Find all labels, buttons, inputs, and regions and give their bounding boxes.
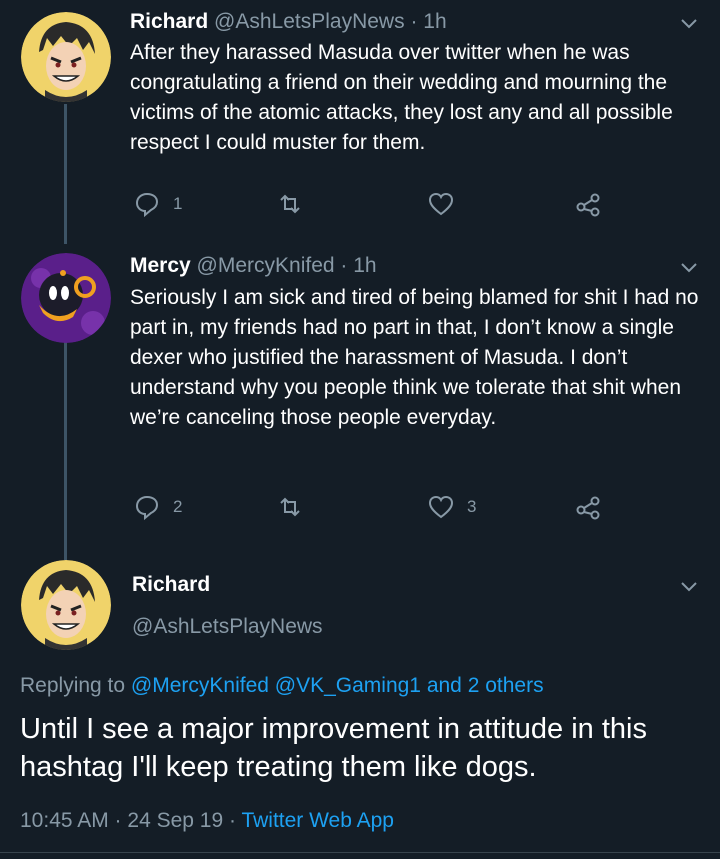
source-app-link[interactable]: Twitter Web App: [241, 809, 394, 832]
tweet-text: Until I see a major improvement in attit…: [20, 713, 647, 783]
replying-prefix: Replying to: [20, 674, 126, 697]
focused-tweet: Richard @AshLetsPlayNews Replying to @Me…: [0, 0, 720, 859]
chevron-down-icon[interactable]: [678, 575, 700, 597]
reply-mentions-link[interactable]: @MercyKnifed @VK_Gaming1 and 2 others: [131, 674, 544, 697]
replying-to: Replying to @MercyKnifed @VK_Gaming1 and…: [20, 674, 544, 698]
tweet-meta: 10:45 AM · 24 Sep 19 · Twitter Web App: [20, 809, 394, 833]
user-handle[interactable]: @AshLetsPlayNews: [132, 615, 323, 639]
avatar[interactable]: [21, 560, 111, 650]
tweet-timestamp[interactable]: 10:45 AM · 24 Sep 19 ·: [20, 809, 236, 832]
divider: [0, 852, 720, 853]
display-name[interactable]: Richard: [132, 573, 210, 597]
